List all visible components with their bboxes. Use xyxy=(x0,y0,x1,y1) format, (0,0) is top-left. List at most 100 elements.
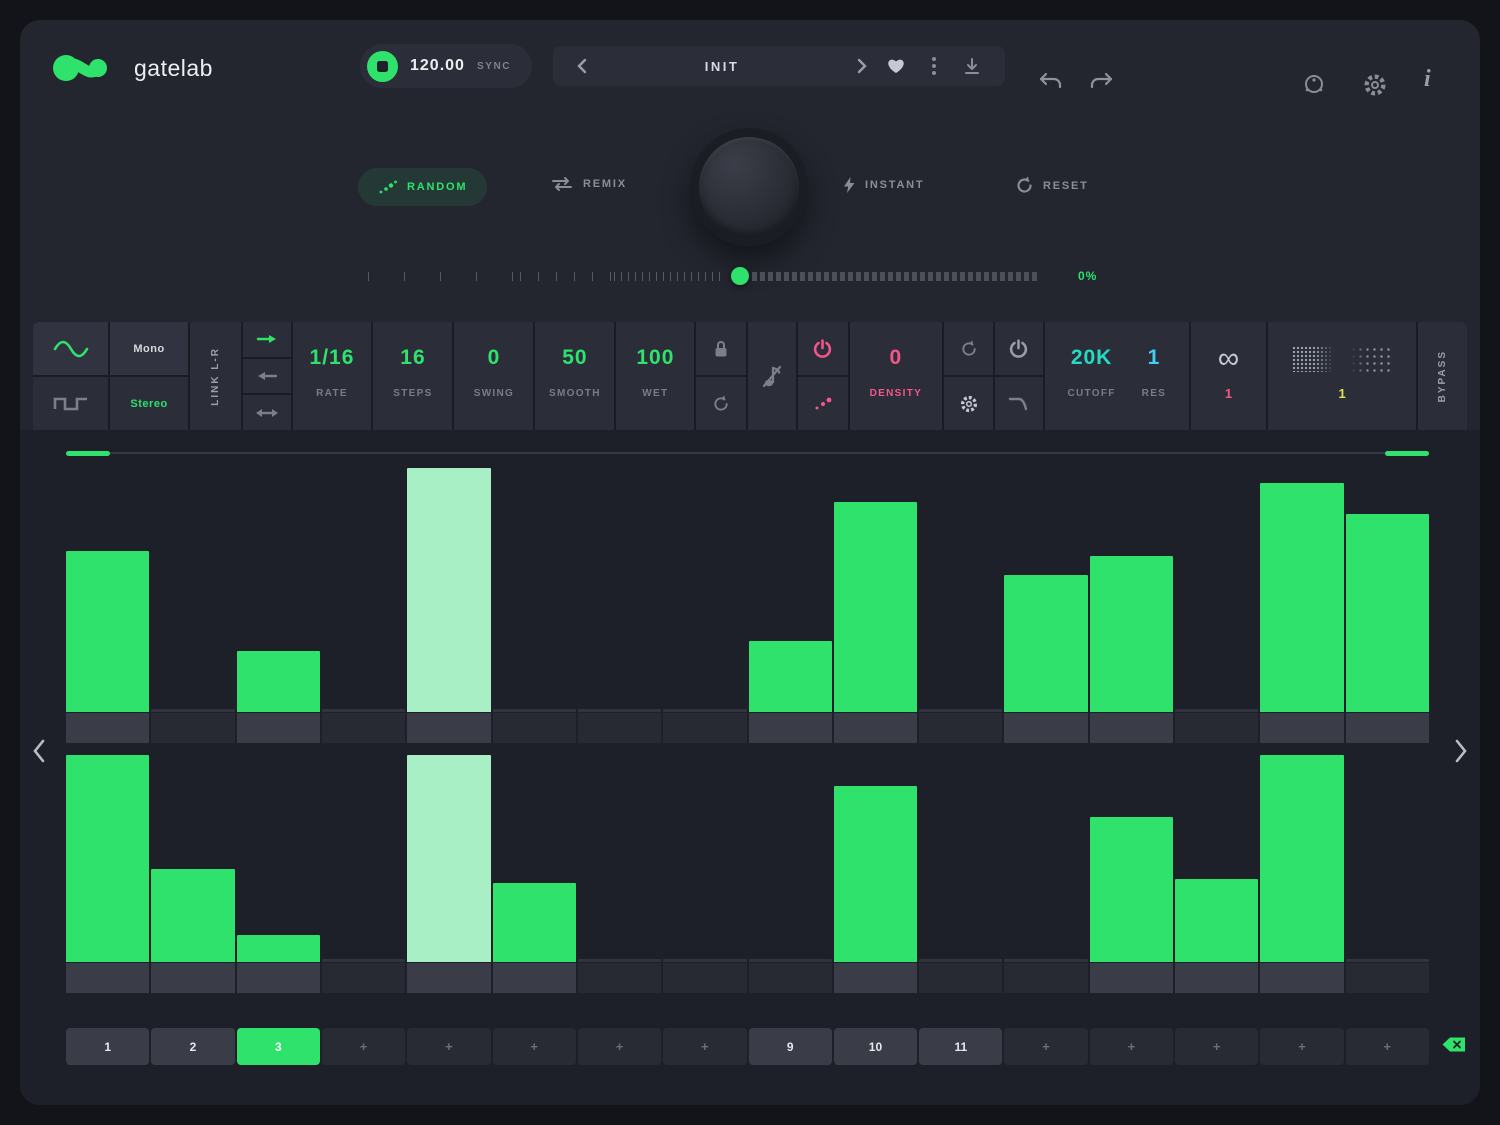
right-step-bar-2[interactable] xyxy=(151,869,234,962)
right-step-cell-8[interactable] xyxy=(663,963,746,993)
slider-handle[interactable] xyxy=(731,267,749,285)
pattern-slot-empty-16[interactable]: + xyxy=(1346,1028,1429,1065)
density-dots-button[interactable] xyxy=(798,377,848,430)
left-step-bar-8[interactable] xyxy=(663,709,746,712)
variation-knob[interactable] xyxy=(690,128,808,246)
stop-button[interactable] xyxy=(367,51,398,82)
right-step-cell-11[interactable] xyxy=(919,963,1002,993)
left-step-cell-5[interactable] xyxy=(407,713,490,743)
texture-dense-icon[interactable] xyxy=(1292,346,1334,372)
next-page-button[interactable] xyxy=(1454,738,1468,769)
left-step-bar-16[interactable] xyxy=(1346,514,1429,712)
left-step-bar-7[interactable] xyxy=(578,709,661,712)
left-step-cell-4[interactable] xyxy=(322,713,405,743)
left-step-bar-3[interactable] xyxy=(237,651,320,712)
pattern-slot-empty-4[interactable]: + xyxy=(322,1028,405,1065)
swing-control[interactable]: 0 SWING xyxy=(454,322,533,430)
left-step-bar-6[interactable] xyxy=(493,709,576,712)
remix-button[interactable]: REMIX xyxy=(550,176,627,192)
pattern-slot-empty-5[interactable]: + xyxy=(407,1028,490,1065)
right-step-bar-10[interactable] xyxy=(834,786,917,962)
pattern-slot-11[interactable]: 11 xyxy=(919,1028,1002,1065)
mute-note-button[interactable] xyxy=(748,322,796,430)
left-step-bar-2[interactable] xyxy=(151,709,234,712)
right-step-bar-1[interactable] xyxy=(66,755,149,962)
preset-menu-button[interactable] xyxy=(915,57,953,75)
right-step-bar-14[interactable] xyxy=(1175,879,1258,962)
right-step-cell-10[interactable] xyxy=(834,963,917,993)
loop-range-start-handle[interactable] xyxy=(66,451,110,456)
loop-capture-button[interactable] xyxy=(696,377,746,430)
wet-control[interactable]: 100 WET xyxy=(616,322,694,430)
pattern-slot-empty-15[interactable]: + xyxy=(1260,1028,1343,1065)
right-step-cell-6[interactable] xyxy=(493,963,576,993)
direction-backward-button[interactable] xyxy=(243,359,291,394)
mono-button[interactable]: Mono xyxy=(110,322,188,375)
right-step-bar-7[interactable] xyxy=(578,959,661,962)
right-step-bar-9[interactable] xyxy=(749,959,832,962)
rate-control[interactable]: 1/16 RATE xyxy=(293,322,372,430)
stereo-button[interactable]: Stereo xyxy=(110,377,188,430)
left-step-cell-7[interactable] xyxy=(578,713,661,743)
loop-range-bar[interactable] xyxy=(66,451,1429,456)
left-step-cell-13[interactable] xyxy=(1090,713,1173,743)
right-step-cell-2[interactable] xyxy=(151,963,234,993)
redo-button[interactable] xyxy=(1088,72,1114,95)
variation-slider[interactable] xyxy=(368,267,1068,285)
filter-power-button[interactable] xyxy=(995,322,1043,375)
left-step-cell-12[interactable] xyxy=(1004,713,1087,743)
left-step-cell-10[interactable] xyxy=(834,713,917,743)
direction-forward-button[interactable] xyxy=(243,322,291,357)
random-button[interactable]: RANDOM xyxy=(358,168,487,206)
right-step-cell-16[interactable] xyxy=(1346,963,1429,993)
left-step-bar-12[interactable] xyxy=(1004,575,1087,712)
right-step-cell-4[interactable] xyxy=(322,963,405,993)
preset-name[interactable]: INIT xyxy=(597,59,847,74)
regen-cycle-button[interactable] xyxy=(944,322,993,375)
left-step-cell-3[interactable] xyxy=(237,713,320,743)
right-step-cell-12[interactable] xyxy=(1004,963,1087,993)
right-step-bar-12[interactable] xyxy=(1004,959,1087,962)
left-step-cell-15[interactable] xyxy=(1260,713,1343,743)
pattern-slot-empty-7[interactable]: + xyxy=(578,1028,661,1065)
left-step-cell-2[interactable] xyxy=(151,713,234,743)
bypass-button[interactable]: BYPASS xyxy=(1418,322,1467,430)
right-step-bar-15[interactable] xyxy=(1260,755,1343,962)
left-step-bar-15[interactable] xyxy=(1260,483,1343,712)
right-step-bar-13[interactable] xyxy=(1090,817,1173,962)
steps-control[interactable]: 16 STEPS xyxy=(373,322,452,430)
regen-settings-button[interactable] xyxy=(944,377,993,430)
pattern-slot-10[interactable]: 10 xyxy=(834,1028,917,1065)
direction-pingpong-button[interactable] xyxy=(243,395,291,430)
right-step-cell-7[interactable] xyxy=(578,963,661,993)
link-lr-button[interactable]: LINK L-R xyxy=(190,322,241,430)
right-step-cell-15[interactable] xyxy=(1260,963,1343,993)
left-step-cell-8[interactable] xyxy=(663,713,746,743)
cutoff-control[interactable]: 20K CUTOFF xyxy=(1068,322,1116,430)
right-step-cell-9[interactable] xyxy=(749,963,832,993)
info-button[interactable]: i xyxy=(1424,66,1431,93)
pattern-slot-empty-14[interactable]: + xyxy=(1175,1028,1258,1065)
texture-control[interactable]: 1 xyxy=(1268,322,1416,430)
texture-sparse-icon[interactable] xyxy=(1350,346,1392,372)
left-step-bar-5[interactable] xyxy=(407,468,490,712)
density-control[interactable]: 0 DENSITY xyxy=(850,322,943,430)
pattern-slot-empty-8[interactable]: + xyxy=(663,1028,746,1065)
right-step-bar-5[interactable] xyxy=(407,755,490,962)
left-step-bar-4[interactable] xyxy=(322,709,405,712)
settings-button[interactable] xyxy=(1362,72,1388,103)
bpm-display[interactable]: 120.00 xyxy=(410,57,465,75)
left-step-bar-9[interactable] xyxy=(749,641,832,712)
res-control[interactable]: 1 RES xyxy=(1142,322,1166,430)
right-step-bar-3[interactable] xyxy=(237,935,320,962)
shape-square-button[interactable] xyxy=(33,377,108,430)
loop-range-end-handle[interactable] xyxy=(1385,451,1429,456)
right-step-bar-16[interactable] xyxy=(1346,959,1429,962)
left-step-cell-14[interactable] xyxy=(1175,713,1258,743)
undo-button[interactable] xyxy=(1038,72,1064,95)
right-step-bar-4[interactable] xyxy=(322,959,405,962)
lock-button[interactable] xyxy=(696,322,746,375)
midi-map-button[interactable] xyxy=(1302,72,1326,101)
pattern-slot-2[interactable]: 2 xyxy=(151,1028,234,1065)
right-step-cell-3[interactable] xyxy=(237,963,320,993)
